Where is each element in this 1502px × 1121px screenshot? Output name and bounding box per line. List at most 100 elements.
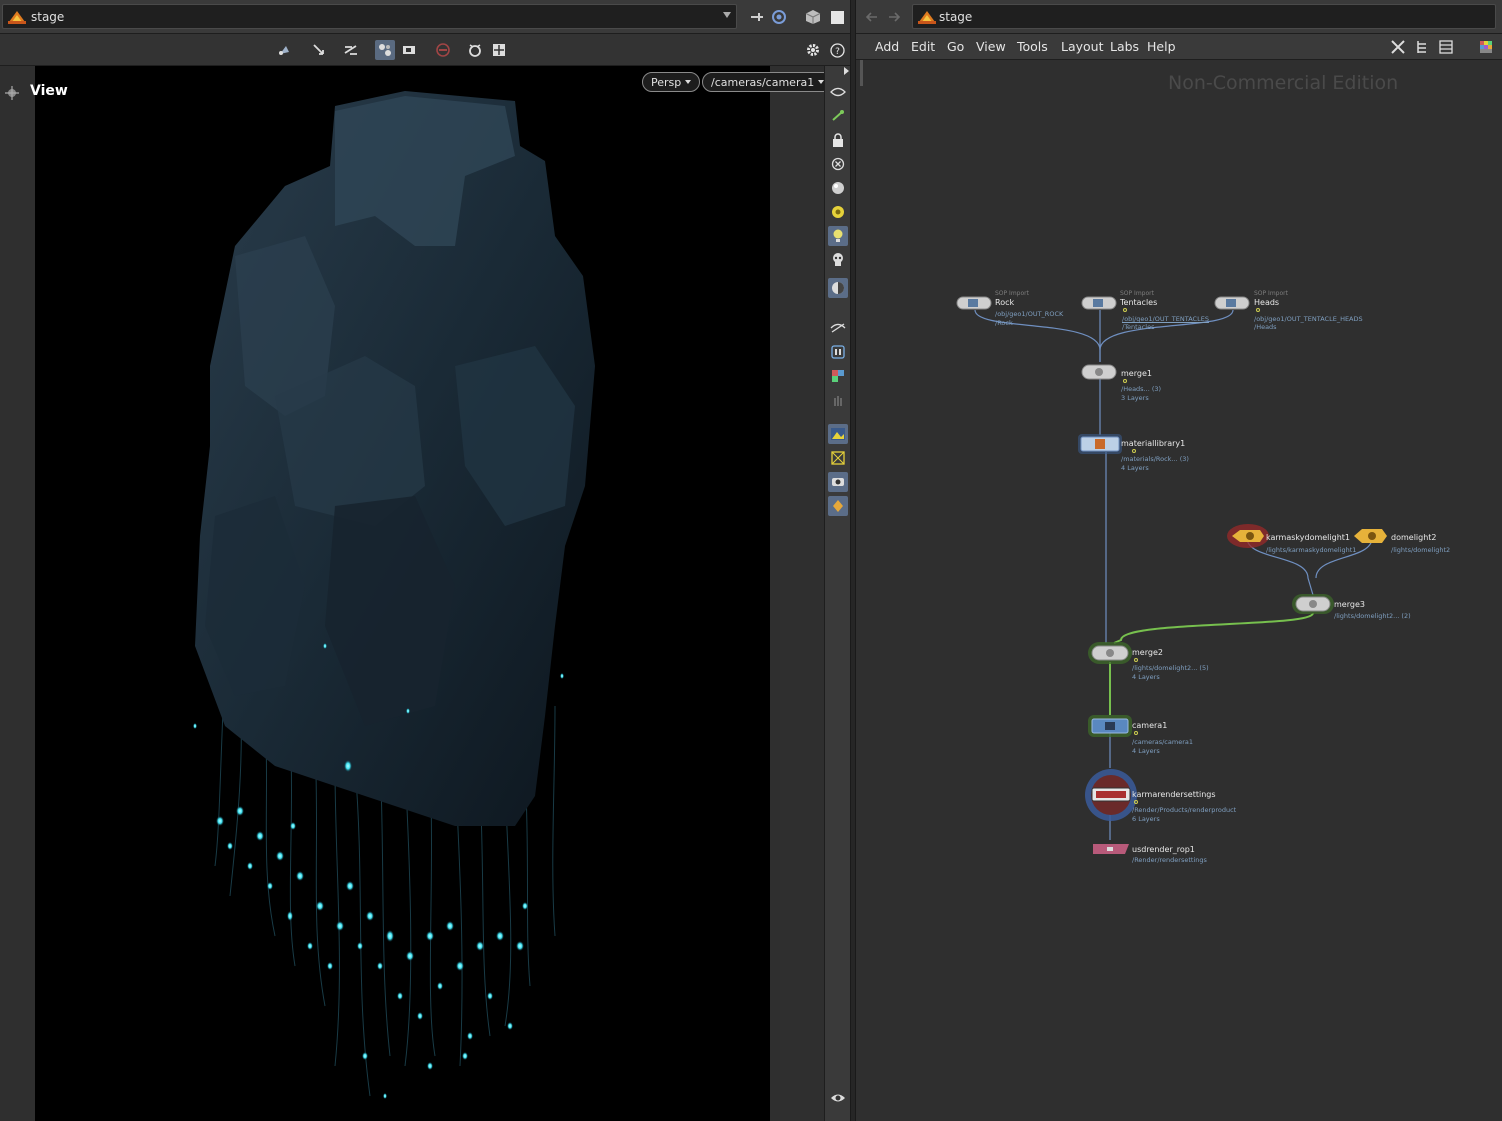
node-path-usdrender-rop1: /Render/rendersettings — [1132, 856, 1207, 864]
node-name-camera1[interactable]: camera1 — [1132, 721, 1167, 730]
pin-icon[interactable] — [747, 7, 767, 27]
no-entry-icon[interactable] — [433, 40, 453, 60]
node-name-merge2[interactable]: merge2 — [1132, 648, 1163, 657]
node-name-domelight2[interactable]: domelight2 — [1391, 533, 1437, 542]
select-tool-icon[interactable] — [276, 40, 296, 60]
multi-view-icon[interactable] — [828, 366, 848, 386]
list-view-icon[interactable] — [1436, 37, 1456, 57]
node-name-merge3[interactable]: merge3 — [1334, 600, 1365, 609]
camera-node[interactable] — [1088, 714, 1134, 738]
render-view-area[interactable] — [35, 66, 770, 1121]
scene-view-path-bar: stage — [0, 0, 850, 34]
menu-tools[interactable]: Tools — [1017, 39, 1048, 54]
viewport-menu-icon[interactable] — [3, 84, 21, 102]
network-path-field[interactable]: stage — [912, 4, 1496, 29]
node-prim-rock: /Rock — [995, 319, 1013, 327]
lock-icon[interactable] — [828, 130, 848, 150]
pause-icon[interactable] — [828, 342, 848, 362]
sop-import-node-rock[interactable] — [956, 294, 996, 312]
menu-go[interactable]: Go — [947, 39, 964, 54]
gear-icon[interactable] — [803, 40, 823, 60]
grid-snap-icon[interactable] — [489, 40, 509, 60]
node-prim-tentacles: /Tentacles — [1122, 323, 1155, 331]
node-name-heads[interactable]: Heads — [1254, 298, 1279, 307]
node-name-merge1[interactable]: merge1 — [1121, 369, 1152, 378]
rock-creature-render — [193, 91, 595, 1099]
sphere-icon[interactable] — [828, 178, 848, 198]
merge-node-merge1[interactable] — [1081, 362, 1121, 382]
wrench-icon[interactable] — [1388, 37, 1408, 57]
transform-tool-icon[interactable] — [309, 40, 329, 60]
skull-icon[interactable] — [828, 250, 848, 270]
network-path-bar: stage — [856, 0, 1502, 34]
sop-import-node-heads[interactable] — [1214, 294, 1254, 312]
camera-path-label: /cameras/camera1 — [711, 75, 815, 89]
yellow-light-icon[interactable] — [828, 202, 848, 222]
3d-viewport[interactable]: View Persp /cameras/camera1 — [0, 66, 834, 1121]
menu-help[interactable]: Help — [1147, 39, 1176, 54]
visibility-icon[interactable] — [828, 318, 848, 338]
usd-render-rop-node[interactable] — [1092, 842, 1132, 856]
node-path-rock: /obj/geo1/OUT_ROCK — [995, 310, 1064, 318]
network-path-label: stage — [939, 10, 973, 24]
background-image-icon[interactable] — [828, 424, 848, 444]
scene-path-field[interactable]: stage — [2, 4, 737, 29]
guide-icon[interactable] — [828, 448, 848, 468]
merge-node-merge2[interactable] — [1088, 641, 1134, 665]
menu-layout[interactable]: Layout — [1061, 39, 1104, 54]
node-name-tentacles[interactable]: Tentacles — [1120, 298, 1157, 307]
back-arrow-icon[interactable] — [862, 7, 882, 27]
display-flag-icon — [1134, 658, 1138, 662]
headlight-icon[interactable] — [828, 226, 848, 246]
dome-light-node[interactable] — [1350, 525, 1394, 547]
cube-icon[interactable] — [803, 7, 823, 27]
menu-edit[interactable]: Edit — [911, 39, 935, 54]
menu-view[interactable]: View — [976, 39, 1006, 54]
camera-view-icon[interactable] — [399, 40, 419, 60]
display-eye-icon[interactable] — [828, 82, 848, 102]
camera-path-dropdown[interactable]: /cameras/camera1 — [702, 72, 834, 92]
node-path-merge1: /Heads... (3) — [1121, 385, 1162, 393]
shading-mode-icon[interactable] — [828, 278, 848, 298]
node-wires — [974, 309, 1373, 840]
forward-arrow-icon[interactable] — [884, 7, 904, 27]
chevron-down-icon[interactable] — [723, 12, 731, 18]
karma-sky-dome-light-node[interactable] — [1226, 523, 1270, 549]
color-palette-icon[interactable] — [1476, 37, 1496, 57]
chevron-down-icon — [685, 80, 692, 84]
node-name-karmaskydomelight1[interactable]: karmaskydomelight1 — [1266, 533, 1350, 542]
node-name-karmarendersettings[interactable]: karmarendersettings — [1132, 790, 1216, 799]
help-icon[interactable]: ? — [827, 40, 847, 60]
view-tool-icon[interactable] — [375, 40, 395, 60]
node-name-usdrender-rop1[interactable]: usdrender_rop1 — [1132, 845, 1195, 854]
eye-icon[interactable] — [828, 1088, 848, 1108]
render-region-icon[interactable] — [828, 472, 848, 492]
node-name-rock[interactable]: Rock — [995, 298, 1014, 307]
hand-icon[interactable] — [828, 390, 848, 410]
tree-view-icon[interactable] — [1412, 37, 1432, 57]
merge-node-merge3[interactable] — [1292, 593, 1336, 615]
link-target-icon[interactable] — [769, 7, 789, 27]
move-tool-icon[interactable] — [341, 40, 361, 60]
node-layers-karmarendersettings: 6 Layers — [1132, 815, 1160, 823]
snap-icon[interactable] — [465, 40, 485, 60]
flipbook-icon[interactable] — [828, 496, 848, 516]
network-canvas[interactable]: Non-Commercial Edition SOP Import Rock /… — [856, 60, 1502, 1121]
sop-import-node-tentacles[interactable] — [1081, 294, 1121, 312]
material-library-node[interactable] — [1078, 433, 1124, 455]
select-points-icon[interactable] — [828, 106, 848, 126]
node-path-merge2: /lights/domelight2... (5) — [1132, 664, 1209, 672]
collapse-arrow-icon[interactable] — [844, 67, 849, 75]
menu-add[interactable]: Add — [875, 39, 899, 54]
node-type-label: SOP Import — [1120, 290, 1154, 297]
close-circle-icon[interactable] — [828, 154, 848, 174]
camera-mode-label: Persp — [651, 75, 682, 89]
menu-labs[interactable]: Labs — [1110, 39, 1139, 54]
maximize-pane-icon[interactable] — [827, 7, 847, 27]
node-name-materiallibrary1[interactable]: materiallibrary1 — [1121, 439, 1185, 448]
camera-mode-dropdown[interactable]: Persp — [642, 72, 701, 92]
display-flag-icon — [1256, 308, 1260, 312]
node-layers-materiallibrary1: 4 Layers — [1121, 464, 1149, 472]
display-flag-icon — [1132, 449, 1136, 453]
node-layers-merge2: 4 Layers — [1132, 673, 1160, 681]
